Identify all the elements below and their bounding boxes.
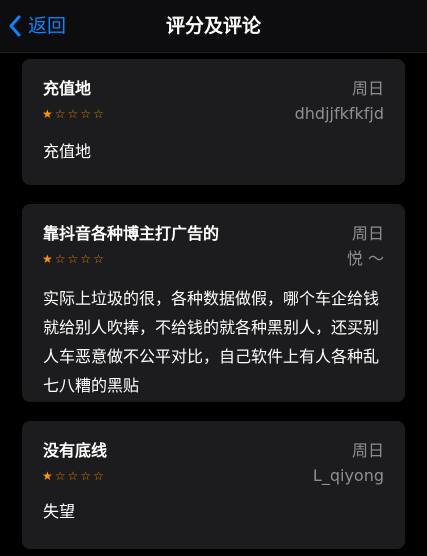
star-empty-icon: ☆ <box>67 469 79 483</box>
star-empty-icon: ☆ <box>93 252 104 266</box>
review-body: 充值地 <box>43 142 92 161</box>
star-filled-icon: ★ <box>42 107 53 121</box>
star-filled-icon: ★ <box>42 469 53 483</box>
review-body: 失望 <box>43 502 76 521</box>
review-author: dhdjjfkfkfjd <box>294 104 384 123</box>
star-rating: ★ ☆ ☆ ☆ ☆ <box>42 107 104 121</box>
star-empty-icon: ☆ <box>54 107 66 121</box>
review-card[interactable]: 没有底线 周日 ★ ☆ ☆ ☆ ☆ L_qiyong 失望 <box>22 421 405 549</box>
review-date: 周日 <box>351 441 384 460</box>
star-rating: ★ ☆ ☆ ☆ ☆ <box>42 252 104 266</box>
review-title: 没有底线 <box>43 441 108 460</box>
star-empty-icon: ☆ <box>67 107 79 121</box>
star-filled-icon: ★ <box>42 252 53 266</box>
review-date: 周日 <box>351 224 384 243</box>
star-empty-icon: ☆ <box>67 252 79 266</box>
page-title: 评分及评论 <box>165 15 261 37</box>
review-author: L_qiyong <box>312 466 384 485</box>
review-title: 靠抖音各种博主打广告的 <box>43 224 220 243</box>
review-author: 悦 ～ <box>346 249 384 268</box>
star-empty-icon: ☆ <box>80 107 92 121</box>
star-rating: ★ ☆ ☆ ☆ ☆ <box>42 469 104 483</box>
star-empty-icon: ☆ <box>80 252 92 266</box>
review-card[interactable]: 靠抖音各种博主打广告的 周日 ★ ☆ ☆ ☆ ☆ 悦 ～ 实际上垃圾的很，各种数据做假，… <box>22 204 405 402</box>
star-empty-icon: ☆ <box>80 469 92 483</box>
star-empty-icon: ☆ <box>54 469 66 483</box>
review-date: 周日 <box>351 79 384 98</box>
star-empty-icon: ☆ <box>93 469 104 483</box>
star-empty-icon: ☆ <box>54 252 66 266</box>
review-body: 实际上垃圾的很，各种数据做假，哪个车企给钱就给别人吹捧，不给钱的就各种黑别人，还… <box>43 289 380 395</box>
review-title: 充值地 <box>43 79 92 98</box>
review-card[interactable]: 充值地 周日 ★ ☆ ☆ ☆ ☆ dhdjjfkfkfjd 充值地 <box>22 59 405 185</box>
navigation-bar: 返回 评分及评论 <box>0 0 427 53</box>
star-empty-icon: ☆ <box>93 107 104 121</box>
